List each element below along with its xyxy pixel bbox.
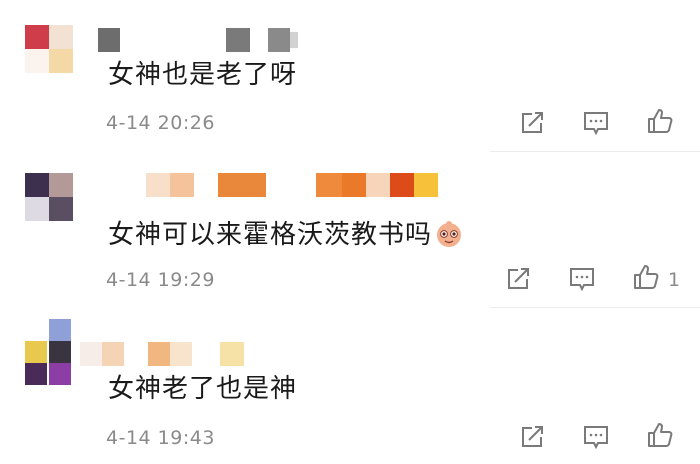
- divider: [490, 151, 700, 152]
- divider: [490, 307, 700, 308]
- avatar[interactable]: [25, 173, 73, 221]
- username-pixelated[interactable]: [80, 342, 250, 366]
- grinning-emoji-icon: [434, 219, 464, 249]
- comment-item: 女神老了也是神 4-14 19:43: [0, 309, 700, 464]
- comment-time: 4-14 20:26: [106, 112, 215, 134]
- share-icon[interactable]: [517, 422, 547, 452]
- avatar[interactable]: [25, 319, 75, 399]
- like-count: 1: [668, 269, 681, 291]
- comment-text: 女神也是老了呀: [108, 60, 298, 90]
- comment-icon[interactable]: [567, 264, 597, 294]
- comment-text: 女神可以来霍格沃茨教书吗: [108, 218, 464, 252]
- thumbs-up-icon[interactable]: [645, 106, 675, 136]
- comment-time: 4-14 19:29: [106, 269, 215, 291]
- avatar[interactable]: [25, 25, 73, 73]
- thumbs-up-icon[interactable]: [631, 262, 661, 292]
- share-icon[interactable]: [503, 264, 533, 294]
- comment-text: 女神老了也是神: [108, 374, 298, 404]
- comment-item: 女神可以来霍格沃茨教书吗 4-14 19:29 1: [0, 153, 700, 308]
- comment-text-content: 女神可以来霍格沃茨教书吗: [108, 220, 433, 250]
- username-pixelated[interactable]: [146, 173, 446, 197]
- username-pixelated[interactable]: [98, 28, 328, 52]
- comment-time: 4-14 19:43: [106, 427, 215, 449]
- comment-icon[interactable]: [581, 108, 611, 138]
- comment-item: 女神也是老了呀 4-14 20:26: [0, 0, 700, 152]
- thumbs-up-icon[interactable]: [645, 420, 675, 450]
- share-icon[interactable]: [517, 108, 547, 138]
- comment-icon[interactable]: [581, 422, 611, 452]
